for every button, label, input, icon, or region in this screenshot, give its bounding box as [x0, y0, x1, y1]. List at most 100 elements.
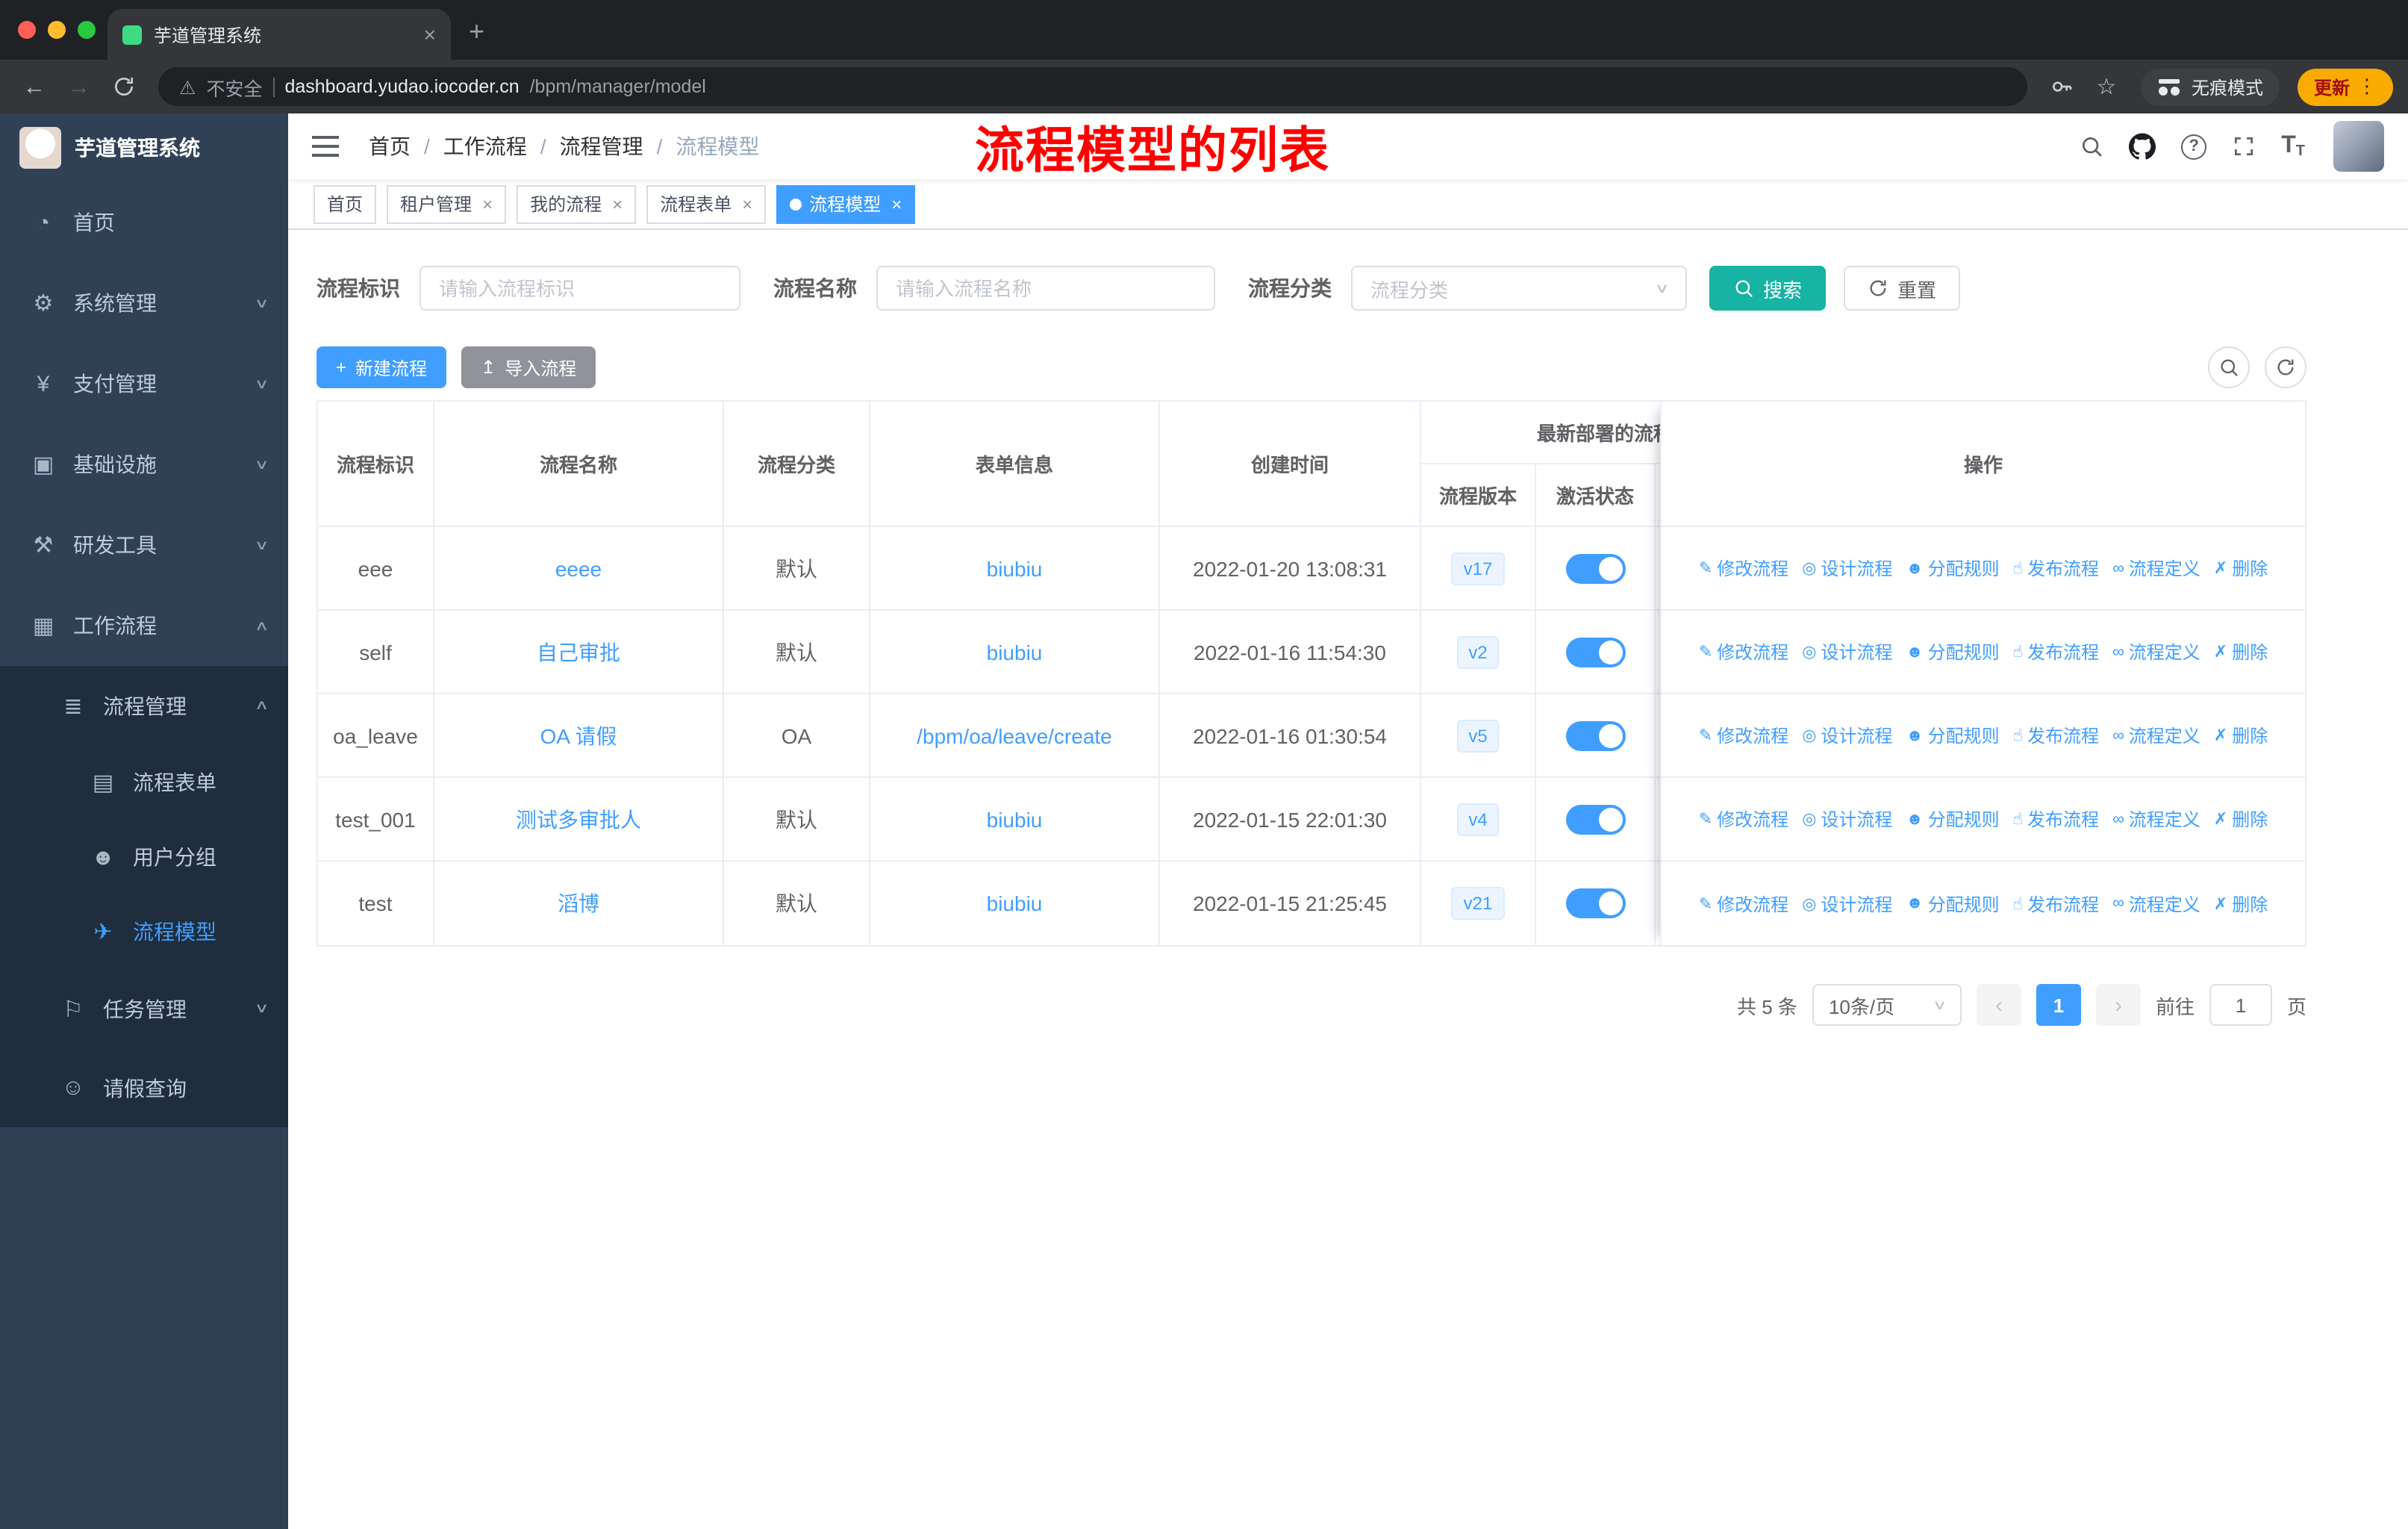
assign-rule-link[interactable]: ☻ 分配规则 — [1906, 639, 1999, 664]
search-icon[interactable] — [2080, 133, 2103, 160]
modify-process-link[interactable]: ✎ 修改流程 — [1699, 555, 1788, 581]
form-info-link[interactable]: biubiu — [987, 556, 1043, 580]
form-info-link[interactable]: /bpm/oa/leave/create — [917, 723, 1112, 747]
design-process-link[interactable]: ◎ 设计流程 — [1802, 806, 1892, 832]
sidebar-item-dev-tools[interactable]: ⚒ 研发工具 ∨ — [0, 505, 288, 585]
sidebar-item-task-management[interactable]: ⚐ 任务管理 ∨ — [0, 969, 288, 1048]
password-key-icon[interactable] — [2042, 67, 2081, 106]
fullscreen-window-button[interactable] — [78, 21, 96, 39]
process-category-select[interactable]: 流程分类 ∨ — [1351, 266, 1687, 311]
page-number-button[interactable]: 1 — [2036, 984, 2081, 1026]
assign-rule-link[interactable]: ☻ 分配规则 — [1906, 555, 1999, 581]
active-toggle[interactable] — [1565, 804, 1625, 834]
sidebar-item-process-model[interactable]: ✈ 流程模型 — [0, 894, 288, 969]
process-name-link[interactable]: 滔博 — [558, 888, 599, 918]
modify-process-link[interactable]: ✎ 修改流程 — [1699, 639, 1788, 664]
minimize-window-button[interactable] — [48, 21, 66, 39]
active-toggle[interactable] — [1565, 553, 1625, 583]
design-process-link[interactable]: ◎ 设计流程 — [1802, 723, 1892, 748]
process-definition-link[interactable]: ∞ 流程定义 — [2112, 891, 2200, 916]
sidebar-item-user-group[interactable]: ☻ 用户分组 — [0, 820, 288, 894]
assign-rule-link[interactable]: ☻ 分配规则 — [1906, 891, 1999, 916]
delete-process-link[interactable]: ✗ 删除 — [2214, 555, 2268, 581]
publish-process-link[interactable]: ☝ 发布流程 — [2013, 639, 2099, 664]
form-info-link[interactable]: biubiu — [987, 640, 1043, 664]
search-button[interactable]: 搜索 — [1709, 266, 1827, 311]
process-definition-link[interactable]: ∞ 流程定义 — [2112, 723, 2200, 748]
active-toggle[interactable] — [1565, 637, 1625, 667]
modify-process-link[interactable]: ✎ 修改流程 — [1699, 723, 1788, 748]
help-icon[interactable]: ? — [2181, 134, 2207, 159]
font-size-icon[interactable]: TT — [2281, 133, 2305, 160]
sidebar-item-pay[interactable]: ¥ 支付管理 ∨ — [0, 343, 288, 424]
breadcrumb-item-home[interactable]: 首页 — [369, 131, 411, 161]
tag-home[interactable]: 首页 — [314, 184, 377, 223]
tag-close-icon[interactable]: × — [891, 193, 902, 214]
reset-button[interactable]: 重置 — [1844, 266, 1961, 311]
sidebar-item-workflow[interactable]: ▦ 工作流程 ∧ — [0, 585, 288, 666]
tag-close-icon[interactable]: × — [612, 193, 623, 214]
modify-process-link[interactable]: ✎ 修改流程 — [1699, 891, 1788, 916]
design-process-link[interactable]: ◎ 设计流程 — [1802, 555, 1892, 581]
close-window-button[interactable] — [18, 21, 36, 39]
process-definition-link[interactable]: ∞ 流程定义 — [2112, 639, 2200, 664]
import-process-button[interactable]: ↥ 导入流程 — [461, 346, 596, 388]
tag-close-icon[interactable]: × — [742, 193, 752, 214]
browser-tab[interactable]: 芋道管理系统 × — [107, 9, 451, 60]
sidebar-item-process-form[interactable]: ▤ 流程表单 — [0, 745, 288, 820]
process-id-input[interactable] — [419, 266, 740, 311]
process-name-input[interactable] — [876, 266, 1215, 311]
delete-process-link[interactable]: ✗ 删除 — [2214, 891, 2268, 916]
github-icon[interactable] — [2129, 133, 2156, 160]
new-tab-button[interactable]: + — [469, 16, 484, 48]
assign-rule-link[interactable]: ☻ 分配规则 — [1906, 723, 1999, 748]
publish-process-link[interactable]: ☝ 发布流程 — [2013, 806, 2099, 832]
process-name-link[interactable]: 自己审批 — [537, 637, 620, 667]
bookmark-star-icon[interactable]: ☆ — [2087, 67, 2126, 106]
update-chrome-button[interactable]: 更新 ⋮ — [2297, 68, 2393, 105]
forward-button[interactable]: → — [60, 67, 99, 106]
publish-process-link[interactable]: ☝ 发布流程 — [2013, 891, 2099, 916]
delete-process-link[interactable]: ✗ 删除 — [2214, 639, 2268, 664]
process-name-link[interactable]: OA 请假 — [540, 720, 617, 750]
process-definition-link[interactable]: ∞ 流程定义 — [2112, 555, 2200, 581]
delete-process-link[interactable]: ✗ 删除 — [2214, 806, 2268, 832]
page-size-select[interactable]: 10条/页 ∨ — [1812, 984, 1962, 1026]
sidebar-item-process-management[interactable]: ≣ 流程管理 ∧ — [0, 666, 288, 745]
browser-menu-dots-icon[interactable]: ⋮ — [2357, 75, 2377, 99]
sidebar-item-system[interactable]: ⚙ 系统管理 ∨ — [0, 263, 288, 343]
form-info-link[interactable]: biubiu — [987, 891, 1043, 915]
back-button[interactable]: ← — [15, 67, 54, 106]
next-page-button[interactable]: › — [2095, 984, 2141, 1026]
form-info-link[interactable]: biubiu — [987, 807, 1043, 831]
create-process-button[interactable]: + 新建流程 — [316, 346, 447, 388]
sidebar-item-leave-query[interactable]: ☺ 请假查询 — [0, 1048, 288, 1127]
address-bar[interactable]: ⚠ 不安全 dashboard.yudao.iocoder.cn /bpm/ma… — [158, 67, 2027, 106]
collapse-sidebar-icon[interactable] — [312, 145, 339, 148]
active-toggle[interactable] — [1565, 720, 1625, 750]
tag-close-icon[interactable]: × — [482, 193, 493, 214]
tag-process-form[interactable]: 流程表单 × — [646, 184, 767, 223]
security-label[interactable]: 不安全 — [206, 72, 262, 101]
sidebar-item-home[interactable]: ◔ 首页 — [0, 182, 288, 263]
tag-tenant-management[interactable]: 租户管理 × — [387, 184, 507, 223]
active-toggle[interactable] — [1565, 888, 1625, 918]
design-process-link[interactable]: ◎ 设计流程 — [1802, 891, 1892, 916]
breadcrumb-item-workflow[interactable]: 工作流程 — [443, 131, 527, 161]
prev-page-button[interactable]: ‹ — [1976, 984, 2021, 1026]
process-definition-link[interactable]: ∞ 流程定义 — [2112, 806, 2200, 832]
modify-process-link[interactable]: ✎ 修改流程 — [1699, 806, 1788, 832]
tag-process-model[interactable]: 流程模型 × — [776, 184, 916, 223]
publish-process-link[interactable]: ☝ 发布流程 — [2013, 723, 2099, 748]
reload-button[interactable] — [105, 67, 143, 106]
fullscreen-icon[interactable] — [2232, 133, 2256, 160]
delete-process-link[interactable]: ✗ 删除 — [2214, 723, 2268, 748]
assign-rule-link[interactable]: ☻ 分配规则 — [1906, 806, 1999, 832]
process-name-link[interactable]: eeee — [555, 556, 602, 580]
tag-my-process[interactable]: 我的流程 × — [517, 184, 637, 223]
breadcrumb-item-process-management[interactable]: 流程管理 — [560, 131, 643, 161]
sidebar-item-infra[interactable]: ▣ 基础设施 ∨ — [0, 424, 288, 505]
process-name-link[interactable]: 测试多审批人 — [516, 804, 641, 834]
toggle-search-button[interactable] — [2208, 346, 2250, 388]
goto-page-input[interactable] — [2209, 984, 2272, 1026]
